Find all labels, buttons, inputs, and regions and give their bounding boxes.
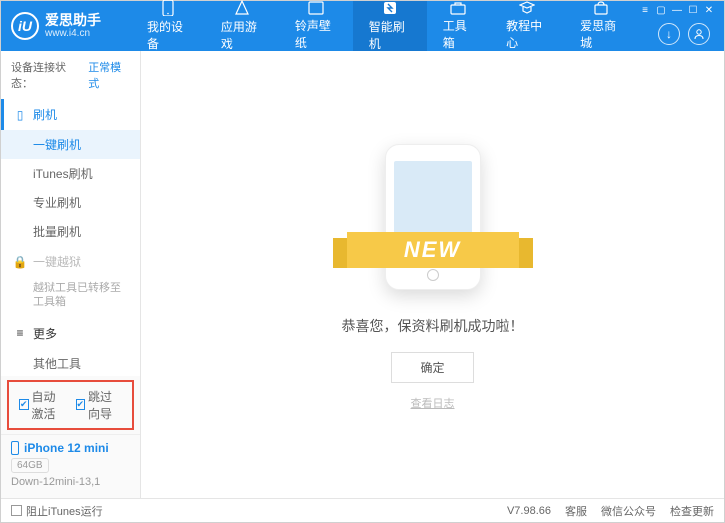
close-icon[interactable]: ✕: [702, 5, 716, 16]
nav-ringtone[interactable]: 铃声壁纸: [279, 1, 353, 51]
tutorial-icon: [518, 1, 536, 15]
store-icon: [592, 1, 610, 15]
footer: 阻止iTunes运行 V7.98.66 客服 微信公众号 检查更新: [1, 498, 724, 522]
user-button[interactable]: [688, 23, 710, 45]
sidebar-label: 更多: [33, 325, 57, 342]
download-button[interactable]: ↓: [658, 23, 680, 45]
sidebar-sub-itunes[interactable]: iTunes刷机: [1, 159, 140, 188]
success-illustration: NEW: [343, 138, 523, 298]
nav-flash[interactable]: 智能刷机: [353, 1, 427, 51]
conn-value: 正常模式: [88, 59, 130, 91]
nav-label: 铃声壁纸: [295, 17, 337, 51]
phone-small-icon: ▯: [13, 108, 27, 122]
maximize-icon[interactable]: ☐: [686, 5, 700, 16]
device-info-line: Down-12mini-13,1: [11, 475, 130, 490]
device-name-label: iPhone 12 mini: [24, 441, 109, 455]
menu-icon[interactable]: ≡: [638, 5, 652, 16]
device-phone-icon: [11, 441, 19, 455]
nav-my-device[interactable]: 我的设备: [131, 1, 205, 51]
customer-service-link[interactable]: 客服: [565, 503, 587, 519]
checkbox-label: 跳过向导: [88, 388, 122, 422]
checkbox-icon: ✔: [19, 399, 29, 410]
wechat-link[interactable]: 微信公众号: [601, 503, 656, 519]
brand-url: www.i4.cn: [45, 28, 101, 40]
more-icon: ≡: [13, 326, 27, 340]
device-name: iPhone 12 mini: [11, 441, 130, 455]
checkbox-icon: ✔: [76, 399, 86, 410]
checkbox-icon: [11, 505, 22, 516]
sidebar-major-jailbreak: 🔒 一键越狱: [1, 246, 140, 277]
nav-label: 教程中心: [506, 17, 548, 51]
flash-icon: [381, 0, 399, 16]
checkbox-skip-guide[interactable]: ✔ 跳过向导: [76, 388, 123, 422]
sidebar-major-more[interactable]: ≡ 更多: [1, 318, 140, 349]
sidebar-sub-pro[interactable]: 专业刷机: [1, 188, 140, 217]
nav-label: 我的设备: [147, 18, 189, 52]
version-label: V7.98.66: [507, 505, 551, 517]
nav-label: 爱思商城: [580, 17, 622, 51]
apps-icon: [233, 0, 251, 16]
top-nav: iU 爱思助手 www.i4.cn 我的设备 应用游戏 铃声壁纸 智能刷机: [1, 1, 724, 51]
sidebar-major-flash[interactable]: ▯ 刷机: [1, 99, 140, 130]
sidebar-label: 一键越狱: [33, 253, 81, 270]
wallpaper-icon: [307, 1, 325, 15]
nav-label: 智能刷机: [369, 18, 411, 52]
sidebar-jb-note: 越狱工具已转移至工具箱: [1, 277, 140, 318]
sidebar-label: 刷机: [33, 106, 57, 123]
success-message: 恭喜您，保资料刷机成功啦！: [342, 316, 524, 336]
nav-apps[interactable]: 应用游戏: [205, 1, 279, 51]
ribbon-label: NEW: [347, 232, 519, 268]
checkbox-label: 阻止iTunes运行: [26, 503, 103, 519]
nav-tools[interactable]: 工具箱: [427, 1, 490, 51]
checkbox-stop-itunes[interactable]: 阻止iTunes运行: [11, 503, 103, 519]
connection-status: 设备连接状态： 正常模式: [1, 51, 140, 99]
sidebar-sub-batch[interactable]: 批量刷机: [1, 217, 140, 246]
toolbox-icon: [449, 1, 467, 15]
checkbox-row: ✔ 自动激活 ✔ 跳过向导: [7, 380, 134, 430]
check-update-link[interactable]: 检查更新: [670, 503, 714, 519]
brand-logo-icon: iU: [11, 12, 39, 40]
sidebar-sub-oneclick[interactable]: 一键刷机: [1, 130, 140, 159]
device-block[interactable]: iPhone 12 mini 64GB Down-12mini-13,1: [1, 434, 140, 498]
main-content: NEW 恭喜您，保资料刷机成功啦！ 确定 查看日志: [141, 51, 724, 498]
sidebar: 设备连接状态： 正常模式 ▯ 刷机 一键刷机 iTunes刷机 专业刷机 批量刷…: [1, 51, 141, 498]
phone-icon: [159, 0, 177, 16]
conn-label: 设备连接状态：: [11, 59, 84, 91]
checkbox-auto-activate[interactable]: ✔ 自动激活: [19, 388, 66, 422]
sidebar-sub-other[interactable]: 其他工具: [1, 349, 140, 376]
nav-label: 应用游戏: [221, 18, 263, 52]
lock-icon: 🔒: [13, 255, 27, 269]
device-storage: 64GB: [11, 458, 49, 473]
nav-store[interactable]: 爱思商城: [564, 1, 638, 51]
brand[interactable]: iU 爱思助手 www.i4.cn: [11, 1, 131, 51]
checkbox-label: 自动激活: [32, 388, 66, 422]
minimize-icon[interactable]: —: [670, 5, 684, 16]
brand-title: 爱思助手: [45, 12, 101, 29]
nav-label: 工具箱: [443, 17, 474, 51]
nav-tutorial[interactable]: 教程中心: [490, 1, 564, 51]
ok-button[interactable]: 确定: [391, 352, 473, 383]
view-log-link[interactable]: 查看日志: [411, 395, 455, 411]
skin-icon[interactable]: ▢: [654, 5, 668, 16]
